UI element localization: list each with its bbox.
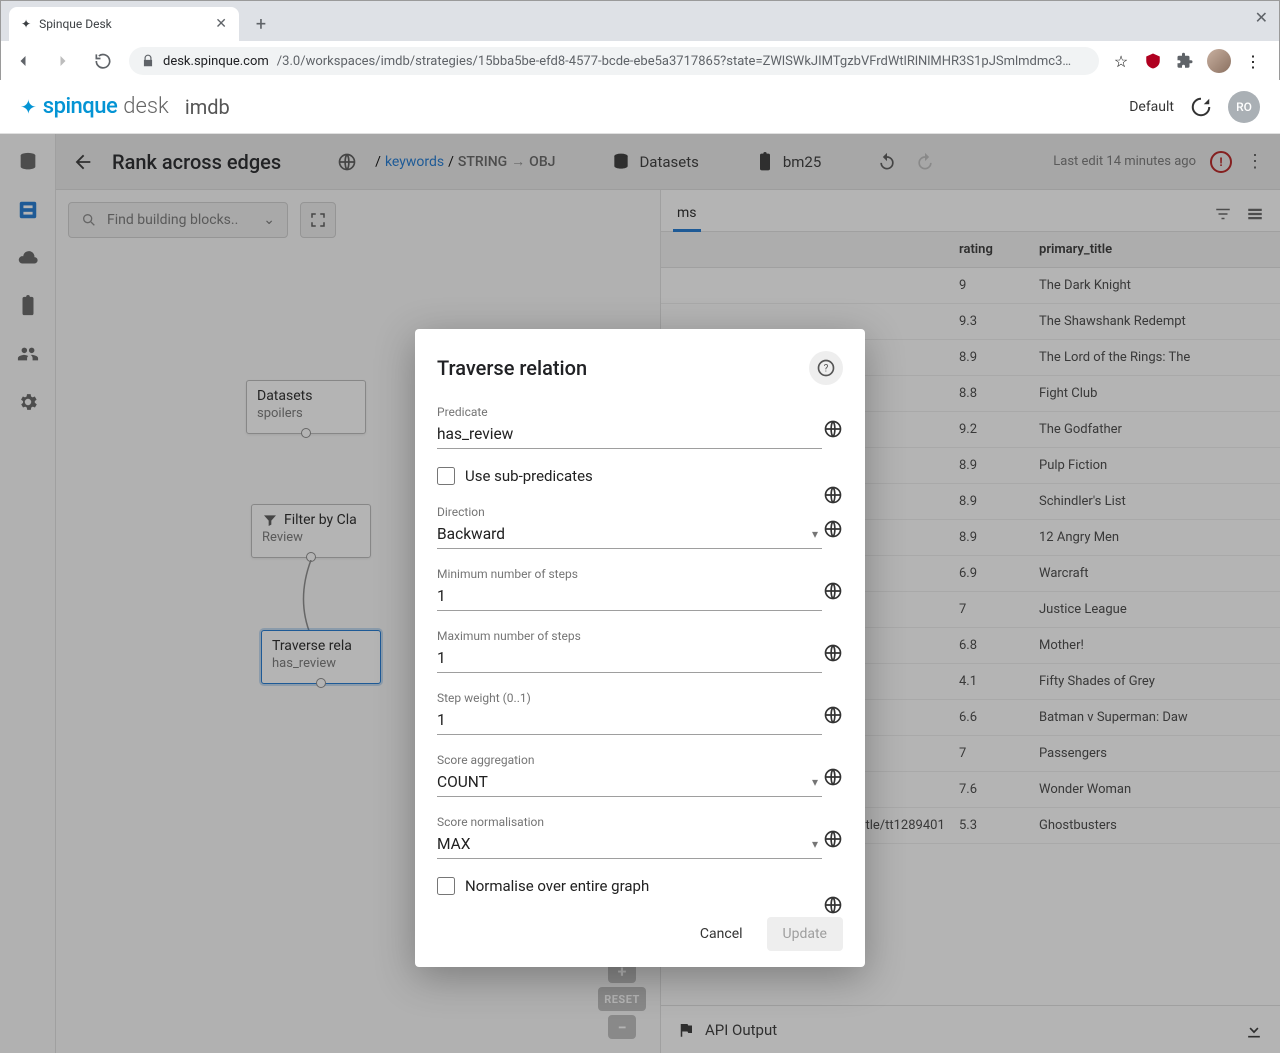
score-agg-label: Score aggregation: [437, 753, 843, 767]
spinque-logo-icon: ✦: [20, 95, 37, 119]
tab-title: Spinque Desk: [39, 17, 112, 31]
update-button[interactable]: Update: [767, 917, 843, 951]
tab-strip: ✦ Spinque Desk ✕ + ✕: [1, 1, 1279, 41]
logo-brand: spinque: [43, 94, 118, 119]
score-agg-select[interactable]: [437, 769, 822, 797]
min-steps-label: Minimum number of steps: [437, 567, 843, 581]
globe-icon[interactable]: [823, 705, 843, 725]
window-close-icon[interactable]: ✕: [1255, 8, 1268, 27]
help-button[interactable]: ?: [809, 351, 843, 385]
step-weight-input[interactable]: [437, 707, 822, 735]
kebab-icon[interactable]: ⋮: [1243, 51, 1263, 71]
globe-icon[interactable]: [823, 829, 843, 849]
globe-icon[interactable]: [823, 767, 843, 787]
url-host: desk.spinque.com: [163, 54, 269, 69]
addr-actions: ☆ ⋮: [1111, 49, 1271, 73]
svg-text:?: ?: [824, 363, 829, 374]
globe-icon[interactable]: [823, 581, 843, 601]
min-steps-input[interactable]: [437, 583, 822, 611]
ublock-icon[interactable]: [1143, 51, 1163, 71]
modal-scrim[interactable]: Traverse relation ? Predicate Use sub-pr…: [0, 134, 1280, 1053]
close-icon[interactable]: ✕: [215, 16, 227, 32]
new-tab-button[interactable]: +: [247, 10, 275, 38]
cancel-button[interactable]: Cancel: [684, 917, 759, 951]
sub-predicates-checkbox[interactable]: [437, 467, 455, 485]
globe-icon[interactable]: [823, 519, 843, 539]
score-norm-select[interactable]: [437, 831, 822, 859]
nav-back-button[interactable]: [9, 47, 37, 75]
predicate-label: Predicate: [437, 405, 843, 419]
globe-icon[interactable]: [823, 485, 843, 505]
logo-suffix: desk: [123, 94, 169, 119]
max-steps-input[interactable]: [437, 645, 822, 673]
direction-select[interactable]: [437, 521, 822, 549]
url-path: /3.0/workspaces/imdb/strategies/15bba5be…: [277, 54, 1071, 69]
globe-icon[interactable]: [823, 643, 843, 663]
sync-icon[interactable]: [1190, 96, 1212, 118]
dialog-traverse-relation: Traverse relation ? Predicate Use sub-pr…: [415, 329, 865, 967]
score-norm-label: Score normalisation: [437, 815, 843, 829]
extensions-icon[interactable]: [1175, 51, 1195, 71]
sub-predicates-label: Use sub-predicates: [465, 467, 593, 485]
user-avatar[interactable]: RO: [1228, 91, 1260, 123]
globe-icon[interactable]: [823, 895, 843, 915]
norm-entire-checkbox[interactable]: [437, 877, 455, 895]
max-steps-label: Maximum number of steps: [437, 629, 843, 643]
app-header: ✦ spinque desk imdb Default RO: [0, 80, 1280, 134]
lock-icon: [141, 54, 155, 68]
url-field[interactable]: desk.spinque.com/3.0/workspaces/imdb/str…: [129, 47, 1099, 75]
norm-entire-label: Normalise over entire graph: [465, 877, 649, 895]
env-selector[interactable]: Default: [1129, 99, 1174, 115]
logo[interactable]: ✦ spinque desk: [20, 94, 169, 119]
workspace-name[interactable]: imdb: [185, 95, 230, 119]
main: Rank across edges /keywords/STRING → OBJ…: [0, 134, 1280, 1053]
globe-icon[interactable]: [823, 419, 843, 439]
direction-label: Direction: [437, 505, 843, 519]
reload-button[interactable]: [89, 47, 117, 75]
profile-avatar-icon[interactable]: [1207, 49, 1231, 73]
dialog-title: Traverse relation: [437, 356, 587, 380]
predicate-input[interactable]: [437, 421, 822, 449]
browser-tab[interactable]: ✦ Spinque Desk ✕: [9, 7, 239, 41]
browser-chrome: ✦ Spinque Desk ✕ + ✕ desk.spinque.com/3.…: [0, 0, 1280, 80]
star-icon[interactable]: ☆: [1111, 51, 1131, 71]
spinque-favicon-icon: ✦: [21, 17, 31, 31]
step-weight-label: Step weight (0..1): [437, 691, 843, 705]
address-bar: desk.spinque.com/3.0/workspaces/imdb/str…: [1, 41, 1279, 81]
nav-forward-button: [49, 47, 77, 75]
